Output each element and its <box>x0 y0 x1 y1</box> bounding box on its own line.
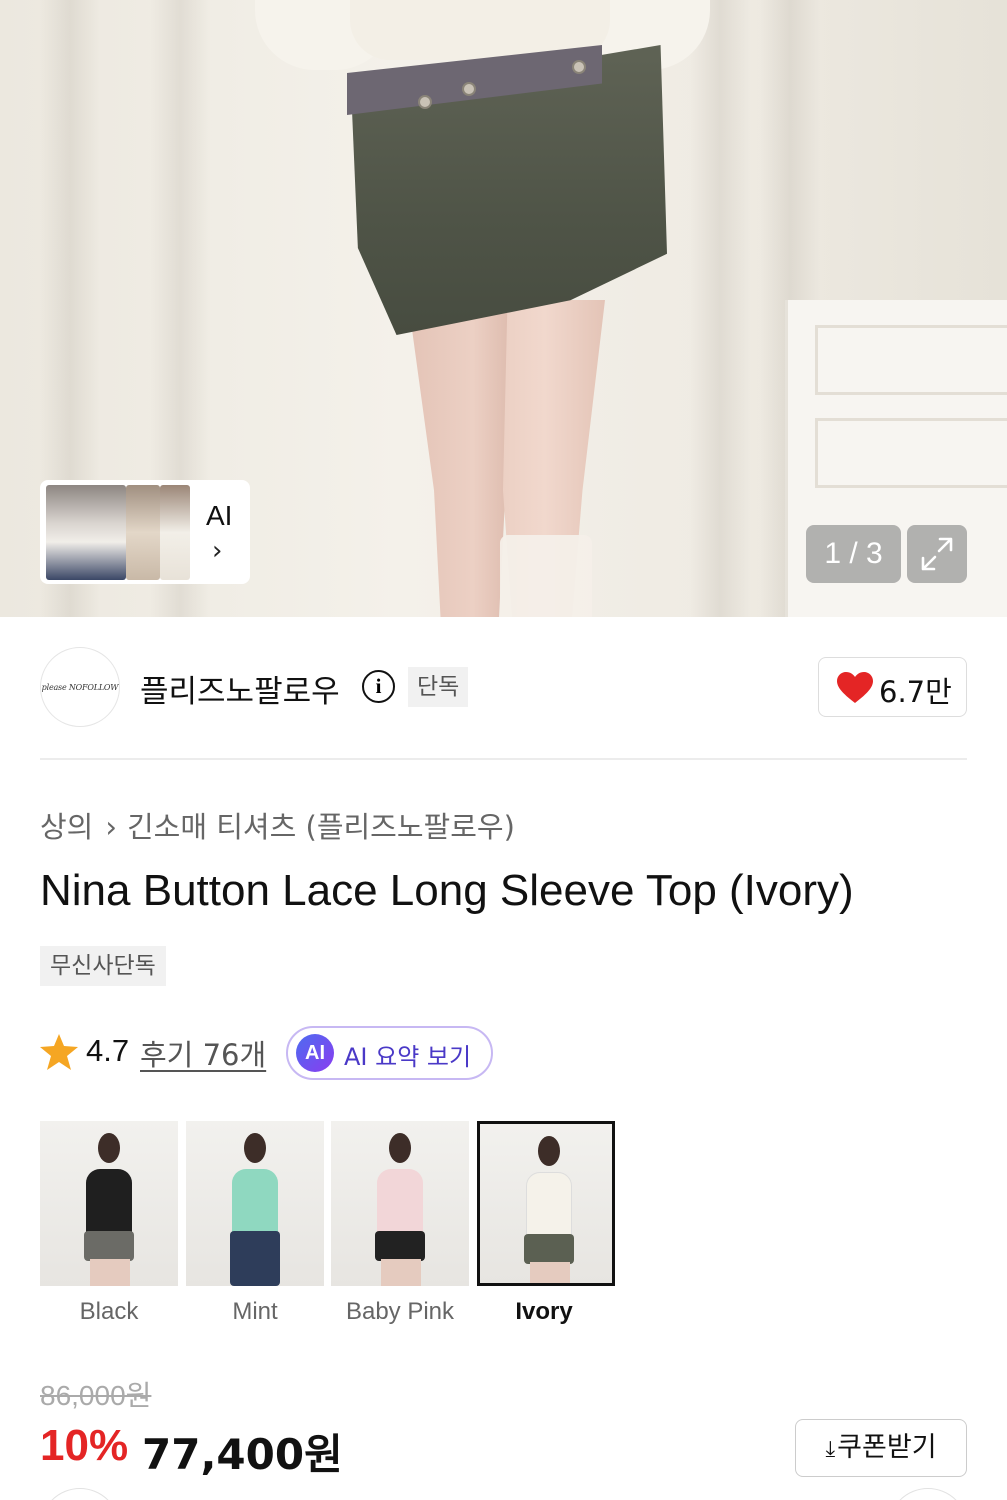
coupon-label: 쿠폰받기 <box>837 1432 937 1463</box>
like-count: 6.7만 <box>879 675 952 709</box>
variant-label[interactable]: Ivory <box>475 1298 613 1326</box>
expand-button[interactable] <box>907 525 967 583</box>
variant-baby-pink[interactable] <box>331 1121 469 1286</box>
variant-thumbnail <box>40 1121 178 1286</box>
rating-score: 4.7 <box>86 1033 130 1068</box>
download-icon: ⤓ <box>825 1437 836 1462</box>
chevron-right-icon: › <box>105 810 117 844</box>
bottom-circle-button[interactable] <box>40 1488 120 1500</box>
info-icon[interactable]: i <box>362 670 395 703</box>
variant-label[interactable]: Mint <box>186 1298 324 1326</box>
brand-name[interactable]: 플리즈노팔로우 <box>140 666 340 711</box>
variant-black[interactable] <box>40 1121 178 1286</box>
variant-label[interactable]: Baby Pink <box>331 1298 469 1326</box>
ai-summary-button[interactable]: AI AI 요약 보기 <box>286 1026 493 1080</box>
image-counter: 1 / 3 <box>806 525 901 583</box>
exclusive-badge: 단독 <box>408 667 469 707</box>
brand-logo[interactable]: please NOFOLLOW <box>40 647 120 727</box>
product-title: Nina Button Lace Long Sleeve Top (Ivory) <box>40 866 854 915</box>
exclusive-tag: 무신사단독 <box>40 946 166 986</box>
variant-thumbnail <box>331 1121 469 1286</box>
final-price: 77,400원 <box>142 1430 343 1479</box>
original-price: 86,000원 <box>40 1380 152 1411</box>
ai-icon: AI <box>296 1034 334 1072</box>
breadcrumb-category[interactable]: 상의 <box>40 810 93 844</box>
ai-summary-label: AI 요약 보기 <box>344 1043 472 1071</box>
ai-card-label: AI <box>206 500 233 531</box>
expand-icon <box>921 537 953 571</box>
breadcrumb: 상의 › 긴소매 티셔츠 (플리즈노팔로우) <box>40 804 515 846</box>
product-main-image[interactable]: AI › 1 / 3 <box>0 0 1007 617</box>
variant-label[interactable]: Black <box>40 1298 178 1326</box>
variant-thumbnail <box>477 1121 615 1286</box>
divider <box>40 758 967 760</box>
like-button[interactable]: 6.7만 <box>818 657 967 717</box>
heart-icon <box>837 672 873 703</box>
variant-mint[interactable] <box>186 1121 324 1286</box>
breadcrumb-subcategory[interactable]: 긴소매 티셔츠 (플리즈노팔로우) <box>127 810 515 844</box>
bottom-circle-button[interactable] <box>888 1488 968 1500</box>
reviews-link[interactable]: 후기 76개 <box>140 1032 266 1074</box>
ai-similar-items-card[interactable]: AI › <box>40 480 250 584</box>
chevron-right-icon: › <box>212 536 223 566</box>
coupon-button[interactable]: ⤓쿠폰받기 <box>795 1419 967 1477</box>
variant-ivory[interactable] <box>477 1121 615 1286</box>
variant-thumbnail <box>186 1121 324 1286</box>
discount-rate: 10% <box>40 1421 129 1470</box>
star-icon <box>40 1034 78 1070</box>
